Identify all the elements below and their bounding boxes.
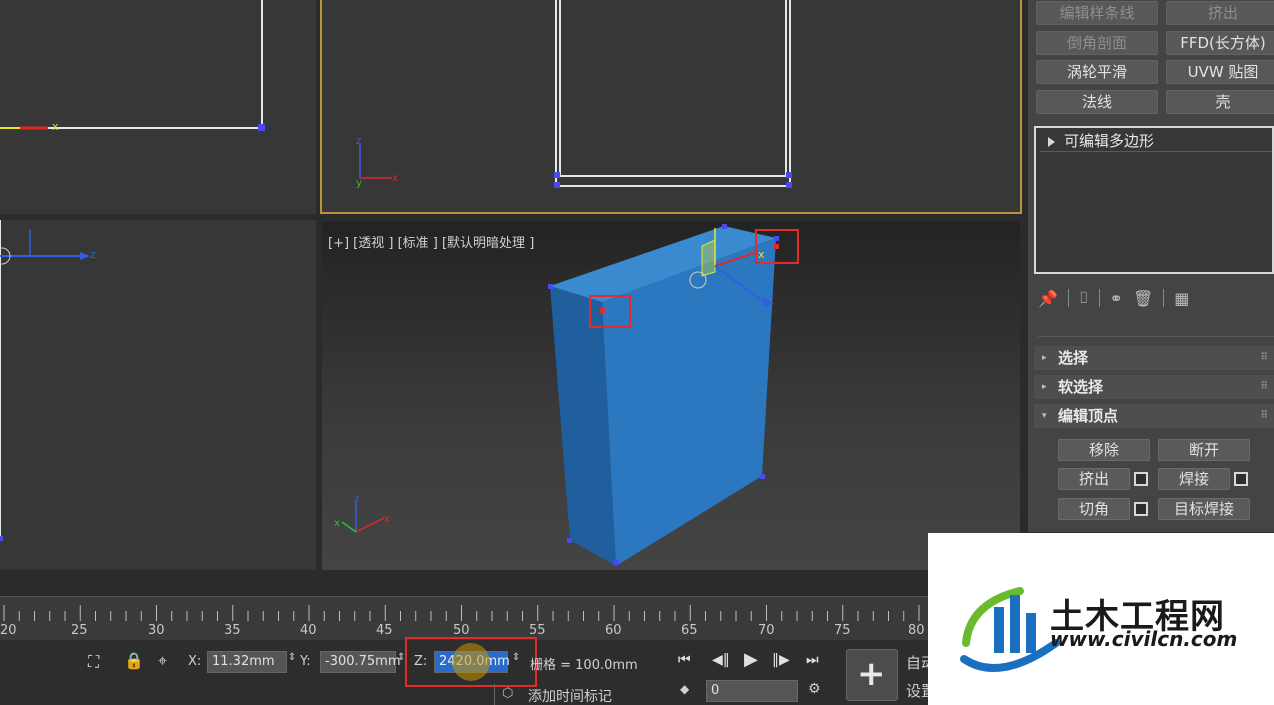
modifier-uvw-map-button[interactable]: UVW 贴图 — [1166, 60, 1274, 84]
tick-label: 45 — [376, 623, 393, 638]
configure-modifier-sets-icon[interactable]: ▦ — [1174, 289, 1189, 308]
modifier-stack[interactable]: 可编辑多边形 — [1034, 126, 1274, 274]
tick-label: 55 — [529, 623, 546, 638]
x-label: X: — [188, 654, 202, 669]
time-tag-icon[interactable]: ⬡ — [502, 686, 513, 701]
x-spinner-icon[interactable]: ⇕ — [288, 652, 296, 663]
viewport-top-left-canvas: x — [0, 0, 265, 133]
make-unique-icon[interactable]: ⚭ — [1110, 289, 1123, 308]
chamfer-settings-icon[interactable] — [1134, 502, 1148, 516]
modifier-shell-button[interactable]: 壳 — [1166, 90, 1274, 114]
timeline-ticks — [3, 605, 920, 621]
play-icon[interactable]: ▶ — [744, 649, 758, 670]
svg-text:z: z — [764, 296, 770, 309]
svg-text:x: x — [392, 173, 398, 184]
modifier-extrude-button[interactable]: 挤出 — [1166, 1, 1274, 25]
stack-toolbar: 📌 ⌷ ⚭ 🗑 ▦ — [1038, 286, 1189, 310]
pin-stack-icon[interactable]: 📌 — [1038, 289, 1058, 308]
tick-label: 30 — [148, 623, 165, 638]
previous-frame-icon[interactable]: ◀‖ — [712, 652, 730, 668]
viewport-top-left[interactable]: x — [0, 0, 316, 214]
svg-text:z: z — [356, 136, 361, 147]
perspective-canvas: x z z x x — [334, 224, 799, 566]
svg-text:x: x — [52, 120, 59, 133]
tick-label: 80 — [908, 623, 925, 638]
tick-label: 25 — [71, 623, 88, 638]
svg-text:z: z — [354, 494, 359, 505]
tick-label: 60 — [605, 623, 622, 638]
lock-icon[interactable]: 🔒 — [124, 651, 144, 670]
civilcn-logo: 土木工程网 www.civilcn.com — [928, 533, 1274, 705]
x-coord-field[interactable]: 11.32mm — [207, 651, 287, 673]
tick-label: 70 — [758, 623, 775, 638]
modifier-normal-button[interactable]: 法线 — [1036, 90, 1158, 114]
rollout-edit-vertices[interactable]: ▾ 编辑顶点 ⠿ — [1034, 404, 1274, 428]
key-mode-icon[interactable]: ◆ — [680, 682, 689, 696]
rollout-soft-selection[interactable]: ▸ 软选择 ⠿ — [1034, 375, 1274, 399]
svg-text:x: x — [758, 248, 765, 261]
command-panel: 编辑样条线 挤出 倒角剖面 FFD(长方体) 涡轮平滑 UVW 贴图 法线 壳 … — [1028, 0, 1274, 532]
svg-text:z: z — [90, 248, 96, 261]
absolute-mode-icon[interactable]: ⌖ — [158, 651, 167, 671]
extrude-vertex-button[interactable]: 挤出 — [1058, 468, 1130, 490]
modifier-edit-spline-button[interactable]: 编辑样条线 — [1036, 1, 1158, 25]
viewport-bottom-left[interactable]: z — [0, 220, 316, 570]
isolate-selection-icon[interactable]: ⛶ — [88, 652, 99, 672]
tick-label: 50 — [453, 623, 470, 638]
show-end-result-icon[interactable]: ⌷ — [1079, 288, 1089, 308]
key-plus-icon: + — [857, 654, 886, 694]
highlight-box-z-field — [405, 637, 537, 687]
tick-label: 65 — [681, 623, 698, 638]
set-key-button[interactable]: + — [846, 649, 898, 701]
extrude-settings-icon[interactable] — [1134, 472, 1148, 486]
remove-vertex-button[interactable]: 移除 — [1058, 439, 1150, 461]
viewport-top-middle[interactable]: z y x — [320, 0, 1022, 214]
break-vertex-button[interactable]: 断开 — [1158, 439, 1250, 461]
go-to-start-icon[interactable]: ⏮ — [678, 652, 691, 668]
status-bar: ⛶ 🔒 ⌖ X: 11.32mm ⇕ Y: -300.75mm ⇕ Z: 242… — [0, 637, 936, 705]
tick-label: 40 — [300, 623, 317, 638]
svg-text:x: x — [334, 518, 340, 529]
time-config-icon[interactable]: ⚙ — [808, 681, 821, 697]
weld-settings-icon[interactable] — [1234, 472, 1248, 486]
viewport-bottom-left-canvas: z — [0, 220, 96, 541]
modifier-turbosmooth-button[interactable]: 涡轮平滑 — [1036, 60, 1158, 84]
y-label: Y: — [300, 654, 311, 669]
go-to-end-icon[interactable]: ⏭ — [806, 652, 819, 668]
tick-label: 20 — [0, 623, 17, 638]
weld-vertex-button[interactable]: 焊接 — [1158, 468, 1230, 490]
viewport-perspective[interactable]: [+] [透视 ] [标准 ] [默认明暗处理 ] x z z x x — [322, 222, 1020, 570]
timeline[interactable]: 20 25 30 35 40 45 50 55 60 65 70 75 80 — [0, 596, 928, 640]
stack-item-editable-poly[interactable]: 可编辑多边形 — [1040, 130, 1272, 152]
rollout-selection[interactable]: ▸ 选择 ⠿ — [1034, 346, 1274, 370]
modifier-ffd-box-button[interactable]: FFD(长方体) — [1166, 31, 1274, 55]
logo-url: www.civilcn.com — [1050, 627, 1238, 651]
target-weld-button[interactable]: 目标焊接 — [1158, 498, 1250, 520]
current-frame-field[interactable]: 0 — [706, 680, 798, 702]
chamfer-vertex-button[interactable]: 切角 — [1058, 498, 1130, 520]
tick-label: 75 — [834, 623, 851, 638]
expand-triangle-icon[interactable] — [1048, 137, 1055, 147]
svg-text:y: y — [356, 178, 362, 189]
grid-size-text: 栅格 = 100.0mm — [530, 658, 638, 673]
svg-text:x: x — [384, 514, 390, 525]
viewport-top-middle-canvas: z y x — [356, 0, 792, 189]
next-frame-icon[interactable]: ‖▶ — [772, 652, 790, 668]
modifier-bevel-profile-button[interactable]: 倒角剖面 — [1036, 31, 1158, 55]
add-time-tag[interactable]: 添加时间标记 — [528, 686, 612, 705]
tick-label: 35 — [224, 623, 241, 638]
remove-modifier-icon[interactable]: 🗑 — [1133, 289, 1153, 308]
y-coord-field[interactable]: -300.75mm — [320, 651, 401, 673]
